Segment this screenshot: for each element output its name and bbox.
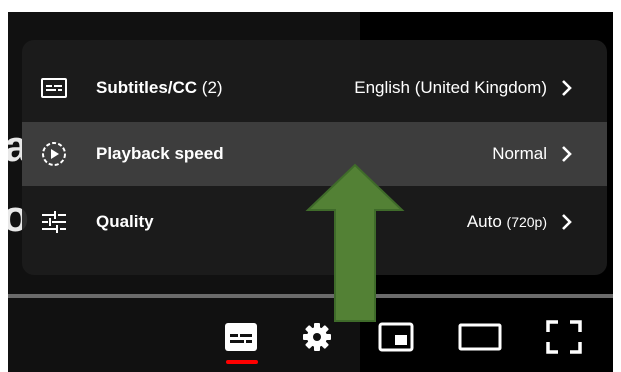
subtitles-active-indicator	[226, 360, 258, 364]
menu-item-label: Playback speed	[96, 144, 224, 163]
menu-item-subtitles[interactable]: Subtitles/CC (2) English (United Kingdom…	[22, 56, 607, 120]
miniplayer-icon[interactable]	[378, 322, 414, 352]
fullscreen-icon[interactable]	[546, 320, 582, 354]
annotation-arrow-icon	[305, 163, 405, 322]
menu-item-value: Auto (720p)	[466, 212, 547, 231]
subtitles-icon	[41, 78, 67, 98]
gear-icon[interactable]	[301, 321, 333, 353]
quality-sliders-icon	[42, 211, 66, 233]
theater-mode-icon[interactable]	[458, 323, 502, 351]
playback-speed-icon	[42, 142, 66, 166]
chevron-right-icon	[562, 80, 572, 96]
menu-item-label: Subtitles/CC (2)	[96, 78, 223, 97]
subtitles-icon[interactable]	[224, 322, 258, 352]
chevron-right-icon	[562, 214, 572, 230]
chevron-right-icon	[562, 146, 572, 162]
menu-item-value: Normal	[492, 144, 547, 163]
menu-item-value: English (United Kingdom)	[354, 78, 547, 97]
menu-item-label: Quality	[96, 212, 154, 231]
